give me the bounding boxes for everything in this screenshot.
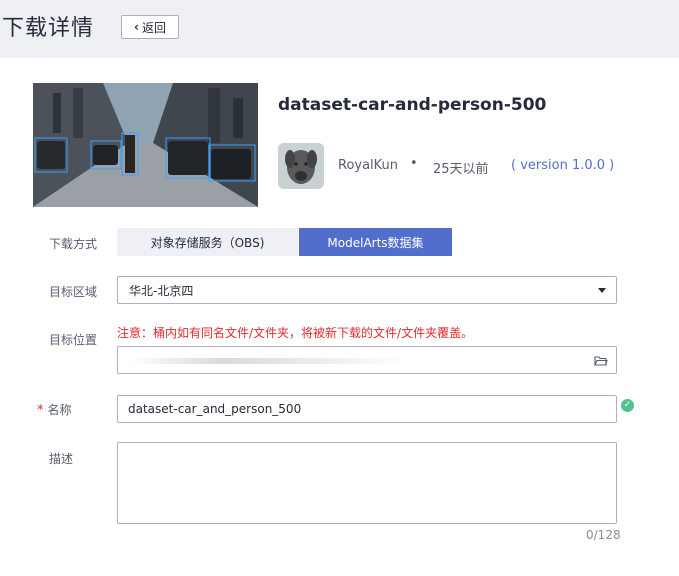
meta-separator: • (410, 156, 418, 171)
page-header: 下载详情 ‹ 返回 (0, 0, 679, 58)
location-label: 目标位置 (49, 333, 98, 347)
region-selected-value: 华北-北京四 (129, 283, 194, 298)
back-button[interactable]: ‹ 返回 (121, 15, 179, 39)
back-button-label: 返回 (141, 20, 166, 35)
chevron-down-icon (598, 288, 606, 293)
method-modelarts-option[interactable]: ModelArts数据集 (299, 228, 452, 256)
dataset-version[interactable]: ( version 1.0.0 ) (511, 158, 614, 173)
author-name[interactable]: RoyalKun (338, 158, 398, 173)
required-marker: * (37, 403, 44, 418)
method-obs-option[interactable]: 对象存储服务（OBS) (117, 228, 298, 256)
dataset-title: dataset-car-and-person-500 (278, 95, 547, 115)
name-input-value: dataset-car_and_person_500 (128, 402, 302, 416)
description-textarea[interactable] (117, 442, 617, 524)
region-select[interactable]: 华北-北京四 (117, 276, 617, 304)
description-label: 描述 (49, 452, 74, 466)
overwrite-warning: 注意：桶内如有同名文件/文件夹，将被新下载的文件/文件夹覆盖。 (117, 326, 474, 340)
publish-time: 25天以前 (433, 162, 489, 177)
author-avatar (278, 143, 324, 189)
name-input[interactable]: dataset-car_and_person_500 (117, 395, 617, 423)
name-label-text: 名称 (47, 403, 72, 417)
location-path-input[interactable] (117, 346, 617, 374)
folder-open-icon[interactable] (594, 353, 608, 367)
download-method-label: 下载方式 (49, 237, 98, 251)
region-label: 目标区域 (49, 285, 98, 299)
chevron-left-icon: ‹ (134, 20, 139, 34)
page-title: 下载详情 (2, 16, 95, 41)
location-path-value-redacted (128, 358, 408, 364)
description-char-counter: 0/128 (586, 528, 621, 542)
dataset-thumbnail (33, 83, 258, 207)
name-label: * 名称 (37, 401, 72, 418)
check-circle-icon: ✓ (621, 399, 634, 412)
download-panel: dataset-car-and-person-500 RoyalKun • 25… (0, 58, 679, 576)
